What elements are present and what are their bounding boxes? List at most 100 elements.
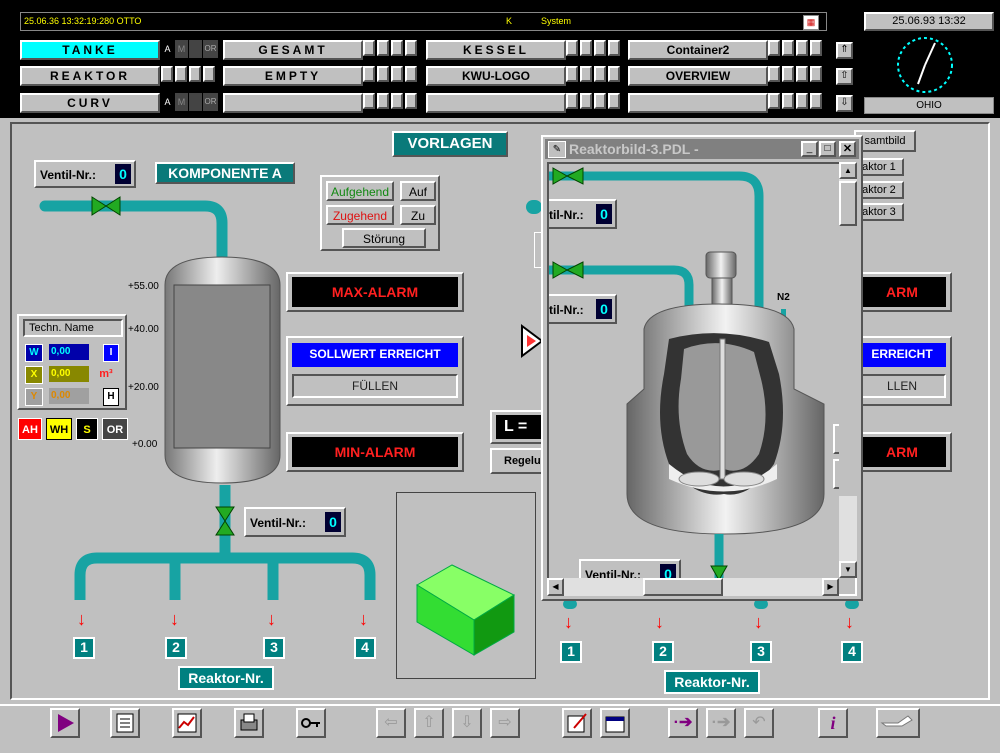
print-icon[interactable]	[234, 708, 264, 738]
reaktor-nr-label: Reaktor-Nr.	[178, 666, 274, 690]
regelu-button[interactable]: Regelu	[490, 448, 546, 474]
status-system: System	[541, 16, 572, 26]
status-icon[interactable]: ▦	[803, 15, 819, 30]
ventil-value[interactable]: 0	[325, 512, 341, 532]
scroll-down-icon[interactable]: ⇩	[836, 95, 853, 112]
flag-box	[566, 40, 578, 56]
tech-panel: Techn. Name W 0,00 I X 0,00 m³ Y 0,00 H	[17, 314, 127, 410]
vscroll-thumb[interactable]	[839, 181, 857, 226]
popup-app-icon: ✎	[548, 141, 566, 158]
scale-20: +20.00	[128, 382, 159, 393]
gesamtbild-button[interactable]: samtbild	[854, 130, 916, 152]
y-value: 0,00	[49, 388, 89, 404]
nav-kwu-logo-button[interactable]: KWU-LOGO	[426, 66, 566, 86]
scroll-left-arrow-icon[interactable]: ◀	[547, 578, 564, 596]
kwu-flags	[566, 66, 622, 86]
y-label: Y	[25, 388, 43, 406]
maximize-icon[interactable]: □	[819, 141, 836, 157]
edit-graph-icon[interactable]	[562, 708, 592, 738]
s-flag: S	[76, 418, 98, 440]
minimize-icon[interactable]: _	[801, 141, 818, 157]
sollwert-indicator: SOLLWERT ERREICHT	[292, 343, 458, 367]
play-icon[interactable]	[50, 708, 80, 738]
right-arrow-down-icon: ↓	[754, 612, 763, 632]
nav-reaktor-button[interactable]: REAKTOR	[20, 66, 160, 86]
right-arrow-down-icon: ↓	[655, 612, 664, 632]
document-icon[interactable]	[110, 708, 140, 738]
scroll-down-arrow-icon[interactable]: ▼	[839, 561, 857, 578]
nav-empty-slot-1[interactable]	[223, 93, 363, 113]
popup-titlebar[interactable]: ✎ Reaktorbild-3.PDL - _ □ ✕	[545, 139, 859, 159]
flag-box	[377, 93, 389, 109]
popup-title: Reaktorbild-3.PDL -	[569, 141, 699, 157]
arrow-right-icon[interactable]: ⇨	[490, 708, 520, 738]
min-alarm-indicator: MIN-ALARM	[292, 437, 458, 467]
nav-empty-slot-3[interactable]	[628, 93, 768, 113]
flag-box	[566, 93, 578, 109]
valve-bottom-icon[interactable]	[214, 505, 236, 537]
wh-flag: WH	[46, 418, 72, 440]
window-select-icon[interactable]	[600, 708, 630, 738]
arrow-down-nav-icon[interactable]: ⇩	[452, 708, 482, 738]
info-icon[interactable]: i	[818, 708, 848, 738]
zu-button[interactable]: Zu	[400, 205, 436, 225]
flag-box	[796, 66, 808, 82]
nav-kessel-button[interactable]: KESSEL	[426, 40, 566, 60]
clock-label: OHIO	[864, 97, 994, 114]
undo-icon[interactable]: ↶	[744, 708, 774, 738]
nav-tanke-button[interactable]: TANKE	[20, 40, 160, 60]
vorlagen-title: VORLAGEN	[392, 131, 508, 157]
key-icon[interactable]	[296, 708, 326, 738]
right-reactor-2[interactable]: 2	[652, 641, 674, 663]
status-frame: SOLLWERT ERREICHT FÜLLEN	[286, 336, 464, 406]
auf-button[interactable]: Auf	[400, 181, 436, 201]
nav-overview-button[interactable]: OVERVIEW	[628, 66, 768, 86]
scale-55: +55.00	[128, 281, 159, 292]
valve-top-icon[interactable]	[90, 195, 122, 217]
popup-canvas: N2 til-Nr.: 0 til-Nr.: 0 Ventil-Nr.: 0	[547, 162, 857, 596]
ventil-label: til-Nr.:	[549, 303, 584, 317]
flag-blank	[189, 40, 202, 58]
tank-vessel	[164, 256, 281, 484]
nav-empty-slot-2[interactable]	[426, 93, 566, 113]
flag-box	[391, 93, 403, 109]
nav-container2-button[interactable]: Container2	[628, 40, 768, 60]
exit-icon[interactable]	[876, 708, 920, 738]
flag-box	[608, 93, 620, 109]
forward-point-icon[interactable]: ·➔	[668, 708, 698, 738]
nav-empty-button[interactable]: EMPTY	[223, 66, 363, 86]
right-reactor-3[interactable]: 3	[750, 641, 772, 663]
hscroll-thumb[interactable]	[643, 578, 723, 596]
right-reactor-4[interactable]: 4	[841, 641, 863, 663]
vscroll-track[interactable]	[839, 226, 857, 496]
flag-box	[363, 66, 375, 82]
arrow-up-icon[interactable]: ⇧	[414, 708, 444, 738]
nav-gesamt-button[interactable]: GESAMT	[223, 40, 363, 60]
nav-curv-button[interactable]: CURV	[20, 93, 160, 113]
scroll-right-arrow-icon[interactable]: ▶	[822, 578, 839, 596]
forward-point-disabled-icon[interactable]: ·➔	[706, 708, 736, 738]
scroll-top-icon[interactable]: ⇑	[836, 42, 853, 59]
popup-vscrollbar[interactable]: ▲ ▼	[839, 162, 857, 578]
flag-box	[594, 66, 606, 82]
reactor-4-button[interactable]: 4	[354, 637, 376, 659]
close-icon[interactable]: ✕	[839, 141, 856, 157]
ventil-value[interactable]: 0	[596, 299, 612, 319]
scroll-up-arrow-icon[interactable]: ▲	[839, 162, 857, 179]
reactor-2-button[interactable]: 2	[165, 637, 187, 659]
ventil-value[interactable]: 0	[596, 204, 612, 224]
ventil-value[interactable]: 0	[115, 164, 131, 184]
green-cube	[416, 564, 516, 656]
reactor-3-button[interactable]: 3	[263, 637, 285, 659]
min-alarm-frame: MIN-ALARM	[286, 432, 464, 472]
reactor-1-button[interactable]: 1	[73, 637, 95, 659]
trend-chart-icon[interactable]	[172, 708, 202, 738]
flag-blank	[189, 93, 202, 111]
popup-hscrollbar[interactable]: ◀ ▶	[547, 578, 839, 596]
scroll-up-icon[interactable]: ⇧	[836, 68, 853, 85]
arrow-left-icon[interactable]: ⇦	[376, 708, 406, 738]
ventil-label: Ventil-Nr.:	[40, 168, 97, 182]
status-bar: 25.06.36 13:32:19:280 OTTO K System ▦	[20, 12, 827, 31]
right-reactor-1[interactable]: 1	[560, 641, 582, 663]
flag-box	[608, 66, 620, 82]
